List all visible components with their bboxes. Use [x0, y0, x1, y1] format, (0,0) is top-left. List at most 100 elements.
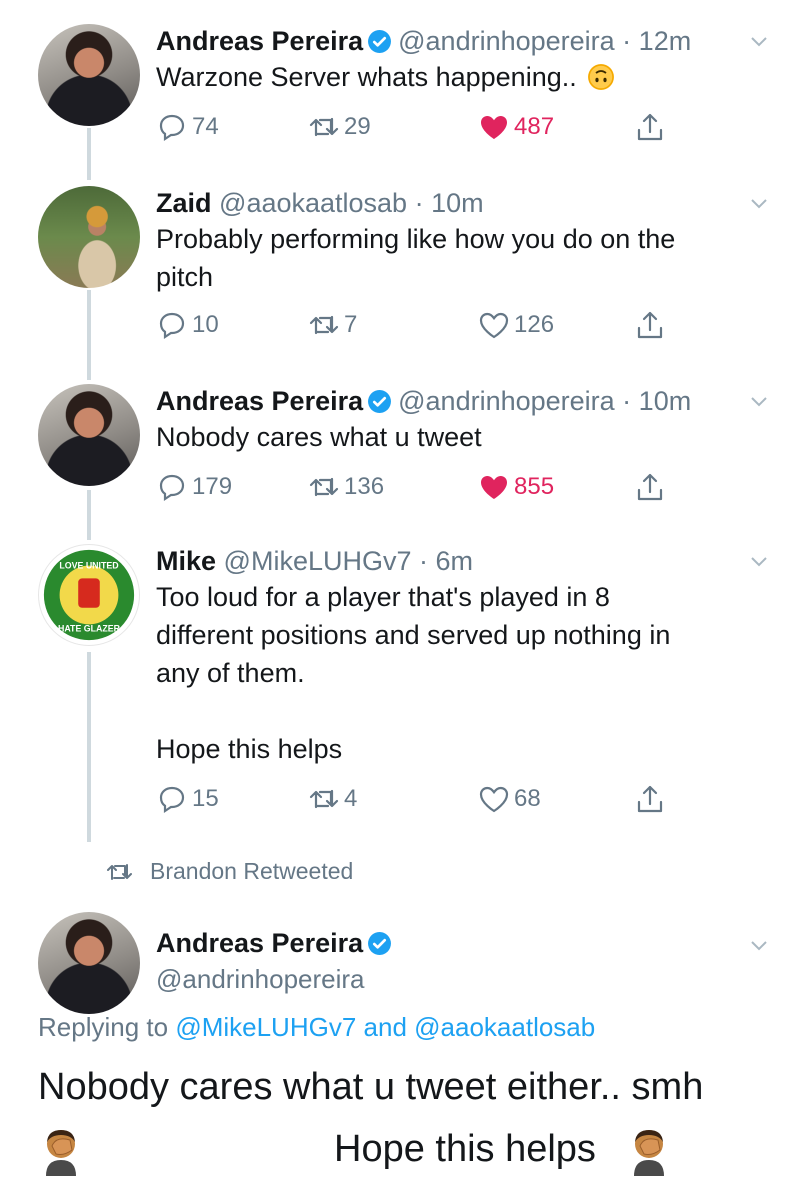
- heart-filled-icon: [481, 476, 507, 499]
- chevron-down-icon[interactable]: [748, 390, 770, 412]
- tweet-text-line: any of them.: [156, 658, 305, 688]
- like-button[interactable]: 855: [478, 470, 554, 504]
- tweet-text-content: Nobody cares what u tweet: [156, 422, 482, 452]
- reply-icon: [159, 786, 185, 814]
- tweet-text: Warzone Server whats happening..: [156, 58, 776, 96]
- share-icon: [637, 785, 663, 813]
- share-icon: [637, 473, 663, 501]
- like-button[interactable]: 126: [478, 308, 554, 342]
- avatar[interactable]: [38, 384, 140, 486]
- reply-button[interactable]: 74: [156, 110, 219, 144]
- mention-link[interactable]: @MikeLUHGv7: [175, 1012, 356, 1042]
- display-name[interactable]: Mike: [156, 546, 216, 576]
- retweet-context[interactable]: Brandon Retweeted: [106, 858, 353, 885]
- heart-icon: [479, 312, 509, 339]
- thread-line: [87, 128, 91, 180]
- retweet-button[interactable]: 136: [308, 470, 384, 504]
- timestamp[interactable]: 10m: [639, 386, 692, 416]
- tweet-text-line: Hope this helps: [156, 734, 343, 764]
- reply-button[interactable]: 10: [156, 308, 219, 342]
- avatar[interactable]: LOVE UNITED HATE GLAZER: [38, 544, 140, 646]
- display-name[interactable]: Andreas Pereira: [156, 26, 363, 56]
- like-button[interactable]: 487: [478, 110, 554, 144]
- reply-count: 74: [192, 113, 219, 140]
- upside-down-face-emoji: [588, 64, 615, 90]
- heart-filled-icon: [481, 116, 507, 139]
- replying-to: Replying to @MikeLUHGv7 and @aaokaatlosa…: [38, 1012, 595, 1043]
- tweet-header: Mike @MikeLUHGv7 · 6m: [156, 544, 473, 578]
- like-count: 855: [514, 473, 555, 500]
- tweet-text-line: different positions and served up nothin…: [156, 620, 671, 650]
- user-handle[interactable]: @andrinhopereira: [398, 386, 615, 416]
- club-badge-icon: LOVE UNITED HATE GLAZER: [40, 546, 138, 644]
- chevron-down-icon[interactable]: [748, 934, 770, 956]
- like-button[interactable]: 68: [478, 782, 541, 816]
- tweet-text-line: Probably performing like how you do on t…: [156, 224, 676, 254]
- timestamp[interactable]: 10m: [431, 188, 484, 218]
- tweet-text-line: Too loud for a player that's played in 8: [156, 582, 610, 612]
- avatar[interactable]: [38, 24, 140, 126]
- man-facepalming-emoji: [634, 1130, 664, 1176]
- chevron-down-icon[interactable]: [748, 30, 770, 52]
- reply-icon: [159, 114, 185, 142]
- retweet-count: 4: [344, 785, 358, 812]
- share-button[interactable]: [634, 308, 670, 342]
- verified-badge-icon: [368, 30, 392, 53]
- tweet-text-line: pitch: [156, 262, 214, 292]
- verified-badge-icon: [368, 390, 392, 413]
- display-name[interactable]: Andreas Pereira: [156, 928, 363, 958]
- reply-count: 179: [192, 473, 233, 500]
- retweet-button[interactable]: 7: [308, 308, 357, 342]
- tweet-text: Too loud for a player that's played in 8…: [156, 578, 776, 768]
- separator-dot: ·: [614, 386, 639, 416]
- reply-icon: [159, 312, 185, 340]
- chevron-down-icon[interactable]: [748, 550, 770, 572]
- avatar[interactable]: [38, 186, 140, 288]
- user-handle[interactable]: @MikeLUHGv7: [224, 546, 412, 576]
- share-button[interactable]: [634, 470, 670, 504]
- badge-text-top: LOVE UNITED: [59, 561, 118, 571]
- separator-dot: ·: [407, 188, 432, 218]
- retweet-icon: [107, 863, 132, 880]
- tweet-header: Andreas Pereira: [156, 928, 398, 959]
- share-button[interactable]: [634, 782, 670, 816]
- tweet-actions: 10 7 126: [156, 308, 676, 342]
- verified-badge-icon: [368, 932, 392, 955]
- timestamp[interactable]: 6m: [436, 546, 474, 576]
- mention-link[interactable]: @aaokaatlosab: [414, 1012, 595, 1042]
- display-name[interactable]: Zaid: [156, 188, 212, 218]
- retweet-count: 7: [344, 311, 358, 338]
- tweet-actions: 74 29 487: [156, 110, 676, 144]
- tweet-text: Probably performing like how you do on t…: [156, 220, 776, 296]
- user-handle[interactable]: @andrinhopereira: [156, 964, 365, 995]
- share-icon: [637, 311, 663, 339]
- reply-button[interactable]: 179: [156, 470, 232, 504]
- retweet-count: 29: [344, 113, 371, 140]
- retweet-button[interactable]: 29: [308, 110, 371, 144]
- user-handle[interactable]: @aaokaatlosab: [219, 188, 407, 218]
- tweet-header: Zaid @aaokaatlosab · 10m: [156, 186, 484, 220]
- display-name[interactable]: Andreas Pereira: [156, 386, 363, 416]
- thread-line: [87, 490, 91, 540]
- user-handle[interactable]: @andrinhopereira: [398, 26, 615, 56]
- timestamp[interactable]: 12m: [639, 26, 692, 56]
- tweet-header: Andreas Pereira @andrinhopereira · 12m: [156, 24, 691, 58]
- retweet-context-text: Brandon Retweeted: [150, 858, 354, 884]
- chevron-down-icon[interactable]: [748, 192, 770, 214]
- like-count: 68: [514, 785, 541, 812]
- retweet-count: 136: [344, 473, 385, 500]
- retweet-button[interactable]: 4: [308, 782, 357, 816]
- like-count: 126: [514, 311, 555, 338]
- tweet-text-spacer: [156, 692, 776, 730]
- main-tweet-text-line2: Hope this helps: [334, 1128, 596, 1170]
- retweet-icon: [309, 477, 339, 497]
- reply-count: 15: [192, 785, 219, 812]
- share-button[interactable]: [634, 110, 670, 144]
- heart-icon: [479, 786, 509, 813]
- retweet-icon: [309, 117, 339, 137]
- avatar[interactable]: [38, 912, 140, 1014]
- reply-icon: [159, 474, 185, 502]
- reply-button[interactable]: 15: [156, 782, 219, 816]
- share-icon: [637, 113, 663, 141]
- retweet-icon: [309, 315, 339, 335]
